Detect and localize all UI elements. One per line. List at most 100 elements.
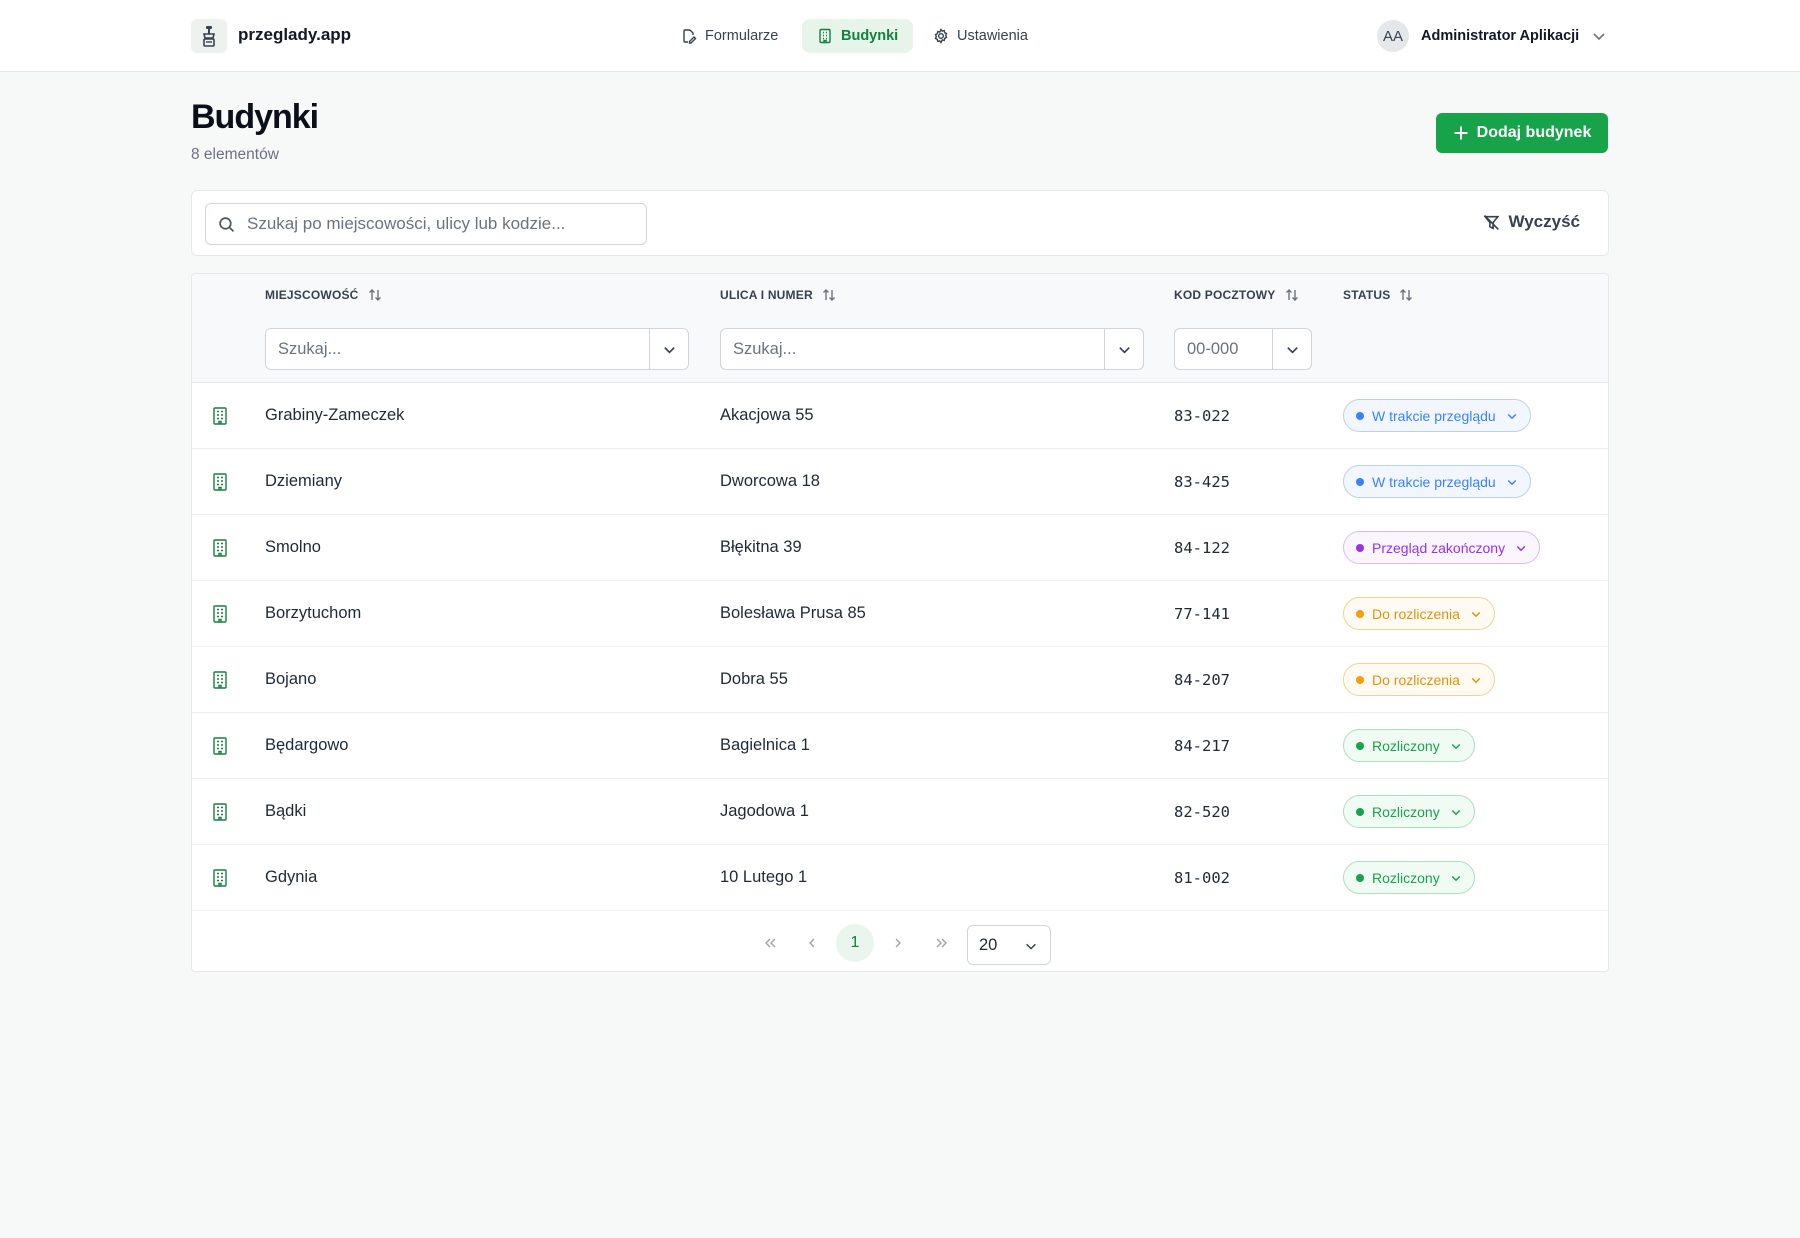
last-page-button[interactable] bbox=[923, 924, 961, 962]
status-label: W trakcie przeglądu bbox=[1372, 407, 1496, 424]
app-name[interactable]: przeglady.app bbox=[238, 25, 351, 45]
sort-icon bbox=[822, 289, 835, 301]
status-dot bbox=[1356, 411, 1364, 420]
avatar: AA bbox=[1377, 20, 1409, 52]
sort-icon bbox=[368, 289, 381, 301]
cell-postal: 84-122 bbox=[1174, 539, 1230, 557]
page-size-value: 20 bbox=[979, 935, 998, 954]
building-icon bbox=[213, 869, 227, 887]
street-filter[interactable] bbox=[720, 328, 1144, 370]
search-icon bbox=[219, 216, 235, 232]
chevron-down-icon bbox=[1026, 943, 1036, 950]
postal-filter[interactable] bbox=[1174, 328, 1312, 370]
page-size-select[interactable]: 20 bbox=[967, 925, 1051, 965]
chevron-down-icon bbox=[1507, 413, 1516, 419]
postal-filter-input[interactable] bbox=[1175, 329, 1271, 369]
page-button-current[interactable]: 1 bbox=[836, 924, 874, 962]
street-filter-dropdown[interactable] bbox=[1104, 329, 1143, 369]
user-menu[interactable]: AA Administrator Aplikacji bbox=[1377, 19, 1607, 53]
table-row[interactable]: Bojano Dobra 55 84-207 Do rozliczenia bbox=[192, 647, 1608, 713]
app-logo[interactable] bbox=[191, 19, 227, 53]
building-icon bbox=[213, 671, 227, 689]
postal-filter-dropdown[interactable] bbox=[1272, 329, 1311, 369]
chevron-down-icon bbox=[1451, 809, 1460, 815]
nav-item-ustawienia[interactable]: Ustawienia bbox=[918, 19, 1043, 53]
cell-postal: 83-425 bbox=[1174, 473, 1230, 491]
status-badge[interactable]: W trakcie przeglądu bbox=[1343, 399, 1531, 432]
sort-icon bbox=[1400, 289, 1413, 301]
cell-street: Akacjowa 55 bbox=[720, 406, 814, 424]
column-header-postal[interactable]: KOD POCZTOWY bbox=[1174, 286, 1300, 304]
status-badge[interactable]: Do rozliczenia bbox=[1343, 597, 1495, 630]
cell-city: Gdynia bbox=[265, 868, 318, 886]
status-badge[interactable]: W trakcie przeglądu bbox=[1343, 465, 1531, 498]
building-icon bbox=[819, 28, 831, 44]
building-icon bbox=[213, 803, 227, 821]
status-badge[interactable]: Rozliczony bbox=[1343, 861, 1475, 894]
building-icon bbox=[213, 737, 227, 755]
street-filter-input[interactable] bbox=[721, 329, 1101, 369]
status-dot bbox=[1356, 543, 1364, 552]
table-row[interactable]: Gdynia 10 Lutego 1 81-002 Rozliczony bbox=[192, 845, 1608, 911]
nav-item-budynki[interactable]: Budynki bbox=[802, 19, 914, 53]
form-icon bbox=[683, 29, 697, 44]
table-row[interactable]: Bądki Jagodowa 1 82-520 Rozliczony bbox=[192, 779, 1608, 845]
filter-off-icon bbox=[1483, 214, 1501, 230]
prev-page-button[interactable] bbox=[793, 924, 831, 962]
clear-filters-button[interactable]: Wyczyść bbox=[1483, 212, 1580, 232]
chevron-down-icon bbox=[1118, 346, 1130, 353]
column-header-city[interactable]: MIEJSCOWOŚĆ bbox=[265, 286, 383, 304]
cell-street: Błękitna 39 bbox=[720, 538, 802, 556]
global-search[interactable] bbox=[205, 203, 647, 245]
status-dot bbox=[1356, 477, 1364, 486]
city-filter-input[interactable] bbox=[266, 329, 646, 369]
status-label: Do rozliczenia bbox=[1372, 605, 1460, 622]
logo-icon bbox=[202, 26, 216, 47]
cell-postal: 84-207 bbox=[1174, 671, 1230, 689]
add-building-label: Dodaj budynek bbox=[1476, 124, 1592, 141]
status-badge[interactable]: Rozliczony bbox=[1343, 795, 1475, 828]
status-label: Rozliczony bbox=[1372, 869, 1440, 886]
status-badge[interactable]: Rozliczony bbox=[1343, 729, 1475, 762]
city-filter-dropdown[interactable] bbox=[649, 329, 688, 369]
table-row[interactable]: Borzytuchom Bolesława Prusa 85 77-141 Do ro… bbox=[192, 581, 1608, 647]
status-badge[interactable]: Do rozliczenia bbox=[1343, 663, 1495, 696]
cell-postal: 82-520 bbox=[1174, 803, 1230, 821]
nav-item-label: Formularze bbox=[705, 28, 779, 44]
chevron-down-icon bbox=[1471, 611, 1481, 617]
column-header-street[interactable]: ULICA I NUMER bbox=[720, 286, 837, 304]
chevron-down-icon bbox=[1286, 346, 1298, 353]
add-building-button[interactable]: Dodaj budynek bbox=[1436, 113, 1608, 153]
page-title: Budynki bbox=[191, 98, 319, 136]
status-label: Rozliczony bbox=[1372, 803, 1440, 820]
plus-icon bbox=[1454, 126, 1468, 140]
search-panel: Wyczyść bbox=[191, 190, 1609, 256]
status-badge[interactable]: Przegląd zakończony bbox=[1343, 531, 1541, 564]
table-row[interactable]: Dziemiany Dworcowa 18 83-425 W trakcie prze… bbox=[192, 449, 1608, 515]
column-label: ULICA I NUMER bbox=[720, 288, 813, 302]
table-row[interactable]: Będargowo Bagielnica 1 84-217 Rozliczony bbox=[192, 713, 1608, 779]
next-page-button[interactable] bbox=[879, 924, 917, 962]
gear-icon bbox=[934, 28, 948, 44]
cell-street: Dworcowa 18 bbox=[720, 472, 820, 490]
table-header: MIEJSCOWOŚĆ ULICA I NUMER KOD POCZTOWY S… bbox=[192, 274, 1608, 383]
cell-city: Będargowo bbox=[265, 736, 349, 754]
first-page-button[interactable] bbox=[751, 924, 789, 962]
column-header-status[interactable]: STATUS bbox=[1343, 286, 1414, 304]
cell-postal: 83-022 bbox=[1174, 407, 1230, 425]
cell-city: Smolno bbox=[265, 538, 321, 556]
chevron-down-icon bbox=[1451, 743, 1460, 749]
table-row[interactable]: Grabiny-Zameczek Akacjowa 55 83-022 W trakc… bbox=[192, 383, 1608, 449]
user-name: Administrator Aplikacji bbox=[1421, 28, 1580, 44]
building-icon bbox=[213, 539, 227, 557]
status-label: Do rozliczenia bbox=[1372, 671, 1460, 688]
table-row[interactable]: Smolno Błękitna 39 84-122 Przegląd zakończo… bbox=[192, 515, 1608, 581]
nav-item-label: Budynki bbox=[841, 28, 899, 44]
clear-filters-label: Wyczyść bbox=[1508, 212, 1580, 231]
nav-item-formularze[interactable]: Formularze bbox=[666, 19, 793, 53]
search-input[interactable] bbox=[247, 214, 627, 234]
item-count: 8 elementów bbox=[191, 146, 279, 163]
cell-city: Grabiny-Zameczek bbox=[265, 406, 405, 424]
city-filter[interactable] bbox=[265, 328, 689, 370]
cell-city: Dziemiany bbox=[265, 472, 343, 490]
